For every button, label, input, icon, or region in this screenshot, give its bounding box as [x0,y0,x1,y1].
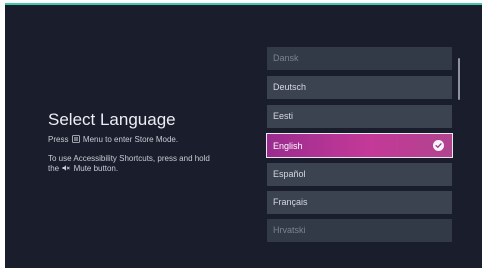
tv-screen: Select Language Press Menu to enter Stor… [5,3,482,268]
language-item-espanol[interactable]: Español [267,163,452,186]
mute-icon [62,164,71,172]
language-item-eesti[interactable]: Eesti [267,105,452,128]
checkmark-icon [433,140,444,151]
accessibility-instruction: To use Accessibility Shortcuts, press an… [48,154,210,173]
language-item-hrvatski[interactable]: Hrvatski [267,219,452,242]
language-item-francais[interactable]: Français [267,191,452,214]
scrollbar[interactable] [458,58,460,100]
info-panel: Select Language Press Menu to enter Stor… [48,110,258,174]
language-item-dansk[interactable]: Dansk [267,47,452,70]
top-accent-line [5,3,482,5]
menu-button-icon [71,135,80,143]
language-item-english[interactable]: English [266,133,453,158]
language-item-deutsch[interactable]: Deutsch [267,76,452,99]
store-mode-instruction: Press Menu to enter Store Mode. [48,135,179,144]
page-title: Select Language [48,110,176,129]
